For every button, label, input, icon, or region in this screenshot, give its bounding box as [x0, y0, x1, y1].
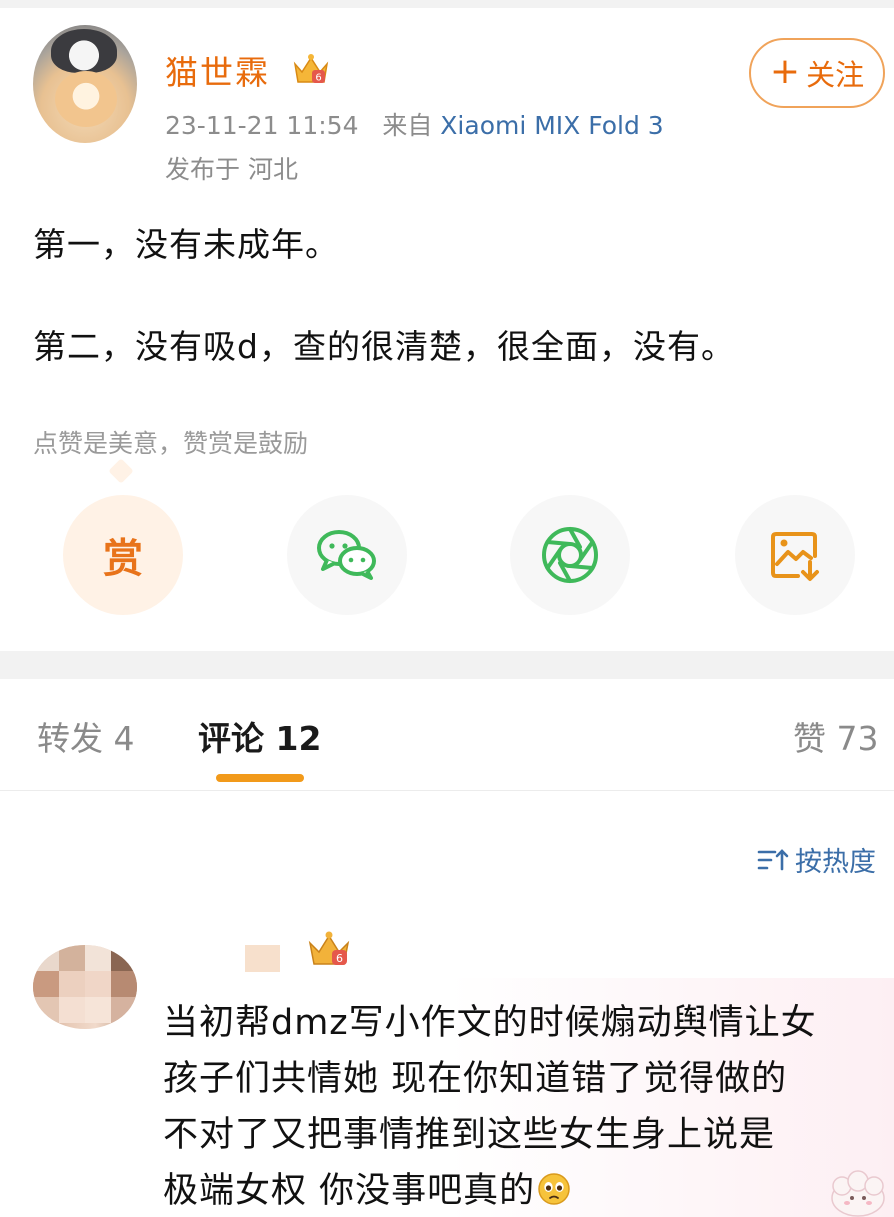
sheep-sticker-icon — [831, 1170, 885, 1217]
follow-label: 关注 — [806, 58, 865, 92]
author-avatar[interactable] — [33, 25, 137, 143]
avatar-dog-figure — [51, 29, 117, 73]
comment-text-line: 不对了又把事情推到这些女生身上说是 — [163, 1115, 776, 1155]
comment-text-segment: 极端女权 你没事吧真的 — [163, 1171, 536, 1211]
tab-likes[interactable]: 赞 73 — [793, 712, 878, 760]
active-tab-indicator — [216, 774, 304, 782]
tab-reposts[interactable]: 转发 4 — [37, 712, 135, 760]
author-name[interactable]: 猫世霖 — [165, 46, 270, 94]
section-separator — [0, 651, 894, 679]
tip-caret — [108, 458, 134, 484]
avatar-cat-figure — [55, 71, 117, 127]
tab-divider — [0, 790, 894, 791]
sort-label: 按热度 — [795, 847, 876, 878]
top-divider — [0, 0, 894, 8]
tab-comments[interactable]: 评论 12 — [198, 712, 321, 760]
reward-button[interactable]: 赏 — [63, 495, 183, 615]
commenter-name-redacted — [245, 945, 280, 972]
comment-text-line: 极端女权 你没事吧真的 — [163, 1162, 571, 1213]
crown-badge-icon: 6 — [293, 54, 329, 84]
wechat-icon — [317, 530, 376, 580]
comment-text-line: 孩子们共情她 现在你知道错了觉得做的 — [163, 1059, 788, 1099]
reward-tip: 点赞是美意，赞赏是鼓励 — [33, 429, 309, 458]
post-timestamp: 23-11-21 11:54 — [165, 111, 359, 140]
sort-icon — [757, 848, 789, 870]
post-meta: 23-11-21 11:54 来自 Xiaomi MIX Fold 3 — [165, 106, 664, 142]
share-wechat-button[interactable] — [287, 495, 407, 615]
save-image-icon — [771, 532, 819, 581]
post-text-line: 第一，没有未成年。 — [33, 225, 339, 264]
plus-icon: + — [769, 50, 801, 92]
post-device-link[interactable]: Xiaomi MIX Fold 3 — [440, 111, 663, 140]
sort-by-hot-button[interactable]: 按热度 — [757, 840, 876, 879]
post-source-prefix: 来自 — [382, 111, 433, 140]
pleading-emoji-icon — [538, 1173, 570, 1205]
comment-text-line: 当初帮dmz写小作文的时候煽动舆情让女 — [163, 1003, 817, 1043]
commenter-avatar[interactable] — [33, 945, 137, 1029]
follow-button[interactable]: + 关注 — [749, 38, 885, 108]
crown-badge-icon: 6 — [308, 931, 350, 965]
share-moments-button[interactable] — [510, 495, 630, 615]
save-image-button[interactable] — [735, 495, 855, 615]
moments-icon — [542, 527, 598, 583]
reward-label: 赏 — [103, 536, 143, 582]
post-text-line: 第二，没有吸d，查的很清楚，很全面，没有。 — [33, 327, 735, 366]
svg-text:6: 6 — [315, 73, 321, 84]
svg-text:6: 6 — [336, 952, 343, 965]
post-location: 发布于 河北 — [165, 155, 298, 184]
